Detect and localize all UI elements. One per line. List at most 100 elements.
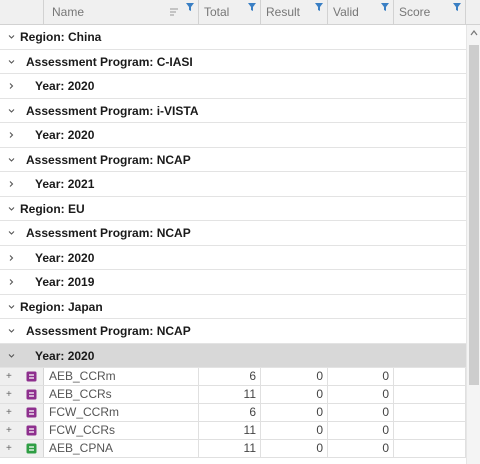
chevron-down-icon[interactable] (7, 221, 19, 245)
group-row[interactable]: Assessment Program: C-IASI (0, 49, 466, 74)
group-row[interactable]: Year: 2020 (0, 343, 466, 368)
expand-icon[interactable]: + (6, 422, 12, 439)
header-total-label: Total (204, 5, 230, 19)
chevron-down-icon[interactable] (7, 344, 19, 368)
cell-total: 6 (199, 404, 261, 421)
header-score-label: Score (399, 5, 431, 19)
filter-icon[interactable] (315, 3, 323, 11)
chevron-down-icon[interactable] (7, 319, 19, 343)
table-row[interactable]: + AEB_CCRm 6 0 0 (0, 368, 466, 386)
chevron-down-icon[interactable] (7, 295, 19, 319)
group-label: Assessment Program: NCAP (26, 226, 191, 240)
cell-name: FCW_CCRm (44, 404, 199, 421)
chevron-down-icon[interactable] (7, 148, 19, 172)
row-gutter: + (0, 422, 44, 439)
group-label: Year: 2020 (35, 348, 95, 363)
cell-total: 11 (199, 386, 261, 403)
group-label: Region: EU (20, 201, 85, 216)
filter-icon[interactable] (453, 3, 461, 11)
group-label: Assessment Program: NCAP (26, 152, 191, 167)
chevron-right-icon[interactable] (7, 246, 19, 270)
cell-score (394, 386, 466, 403)
chevron-right-icon[interactable] (7, 270, 19, 294)
chevron-down-icon[interactable] (7, 99, 19, 123)
filter-icon[interactable] (186, 3, 194, 11)
group-label: Year: 2019 (35, 275, 95, 289)
scroll-up-icon[interactable] (470, 29, 478, 37)
table-row[interactable]: + FCW_CCRm 6 0 0 (0, 404, 466, 422)
cell-valid: 0 (328, 404, 394, 421)
group-row[interactable]: Assessment Program: NCAP (0, 147, 466, 172)
chevron-down-icon[interactable] (7, 197, 19, 221)
cell-name: AEB_CCRm (44, 368, 199, 385)
group-row[interactable]: Year: 2021 (0, 172, 466, 197)
row-gutter: + (0, 386, 44, 403)
cell-score (394, 422, 466, 439)
group-row[interactable]: Region: Japan (0, 294, 466, 319)
group-row[interactable]: Assessment Program: NCAP (0, 221, 466, 246)
sort-icon[interactable] (170, 8, 180, 16)
group-row[interactable]: Assessment Program: i-VISTA (0, 98, 466, 123)
cell-score (394, 404, 466, 421)
scrollbar-thumb[interactable] (469, 45, 479, 385)
filter-icon[interactable] (248, 3, 256, 11)
grid-rows: Region: China Assessment Program: C-IASI Y… (0, 25, 466, 458)
group-row[interactable]: Year: 2019 (0, 270, 466, 295)
group-label: Year: 2020 (35, 250, 95, 265)
cell-score (394, 440, 466, 457)
table-row[interactable]: + FCW_CCRs 11 0 0 (0, 422, 466, 440)
cell-result: 0 (261, 440, 328, 457)
header-total[interactable]: Total (199, 0, 261, 24)
group-row[interactable]: Year: 2020 (0, 123, 466, 148)
table-row[interactable]: + AEB_CPNA 11 0 0 (0, 440, 466, 458)
cell-valid: 0 (328, 422, 394, 439)
cell-score (394, 368, 466, 385)
cell-total: 11 (199, 422, 261, 439)
group-label: Year: 2020 (35, 79, 95, 93)
chevron-down-icon[interactable] (7, 25, 19, 49)
group-label: Assessment Program: i-VISTA (26, 103, 199, 118)
group-row[interactable]: Assessment Program: NCAP (0, 319, 466, 344)
header-name[interactable]: Name (44, 0, 199, 24)
cell-name: AEB_CCRs (44, 386, 199, 403)
expand-icon[interactable]: + (6, 404, 12, 421)
cell-result: 0 (261, 404, 328, 421)
group-label: Year: 2020 (35, 128, 95, 142)
test-case-icon (26, 443, 37, 454)
table-row[interactable]: + AEB_CCRs 11 0 0 (0, 386, 466, 404)
header-result-label: Result (266, 5, 301, 19)
row-gutter: + (0, 440, 44, 457)
group-row[interactable]: Region: China (0, 25, 466, 50)
vertical-scrollbar[interactable] (466, 25, 480, 464)
chevron-down-icon[interactable] (7, 50, 19, 74)
cell-result: 0 (261, 422, 328, 439)
chevron-right-icon[interactable] (7, 74, 19, 98)
cell-valid: 0 (328, 368, 394, 385)
test-case-icon (26, 425, 37, 436)
group-label: Assessment Program: C-IASI (26, 54, 193, 69)
group-row[interactable]: Region: EU (0, 196, 466, 221)
expand-icon[interactable]: + (6, 368, 12, 385)
chevron-right-icon[interactable] (7, 172, 19, 196)
test-case-icon (26, 371, 37, 382)
test-case-icon (26, 407, 37, 418)
group-label: Region: China (20, 30, 102, 44)
expand-icon[interactable]: + (6, 386, 12, 403)
row-gutter: + (0, 404, 44, 421)
filter-icon[interactable] (381, 3, 389, 11)
header-gutter (0, 0, 44, 24)
expand-icon[interactable]: + (6, 440, 12, 457)
group-label: Assessment Program: NCAP (26, 324, 191, 338)
group-row[interactable]: Year: 2020 (0, 245, 466, 270)
header-score[interactable]: Score (394, 0, 466, 24)
header-corner (466, 0, 480, 24)
row-gutter: + (0, 368, 44, 385)
cell-result: 0 (261, 386, 328, 403)
chevron-right-icon[interactable] (7, 123, 19, 147)
header-name-label: Name (52, 5, 85, 19)
test-case-icon (26, 389, 37, 400)
header-valid[interactable]: Valid (328, 0, 394, 24)
column-header-row: Name Total Result Valid Score (0, 0, 480, 25)
header-result[interactable]: Result (261, 0, 328, 24)
group-row[interactable]: Year: 2020 (0, 74, 466, 99)
